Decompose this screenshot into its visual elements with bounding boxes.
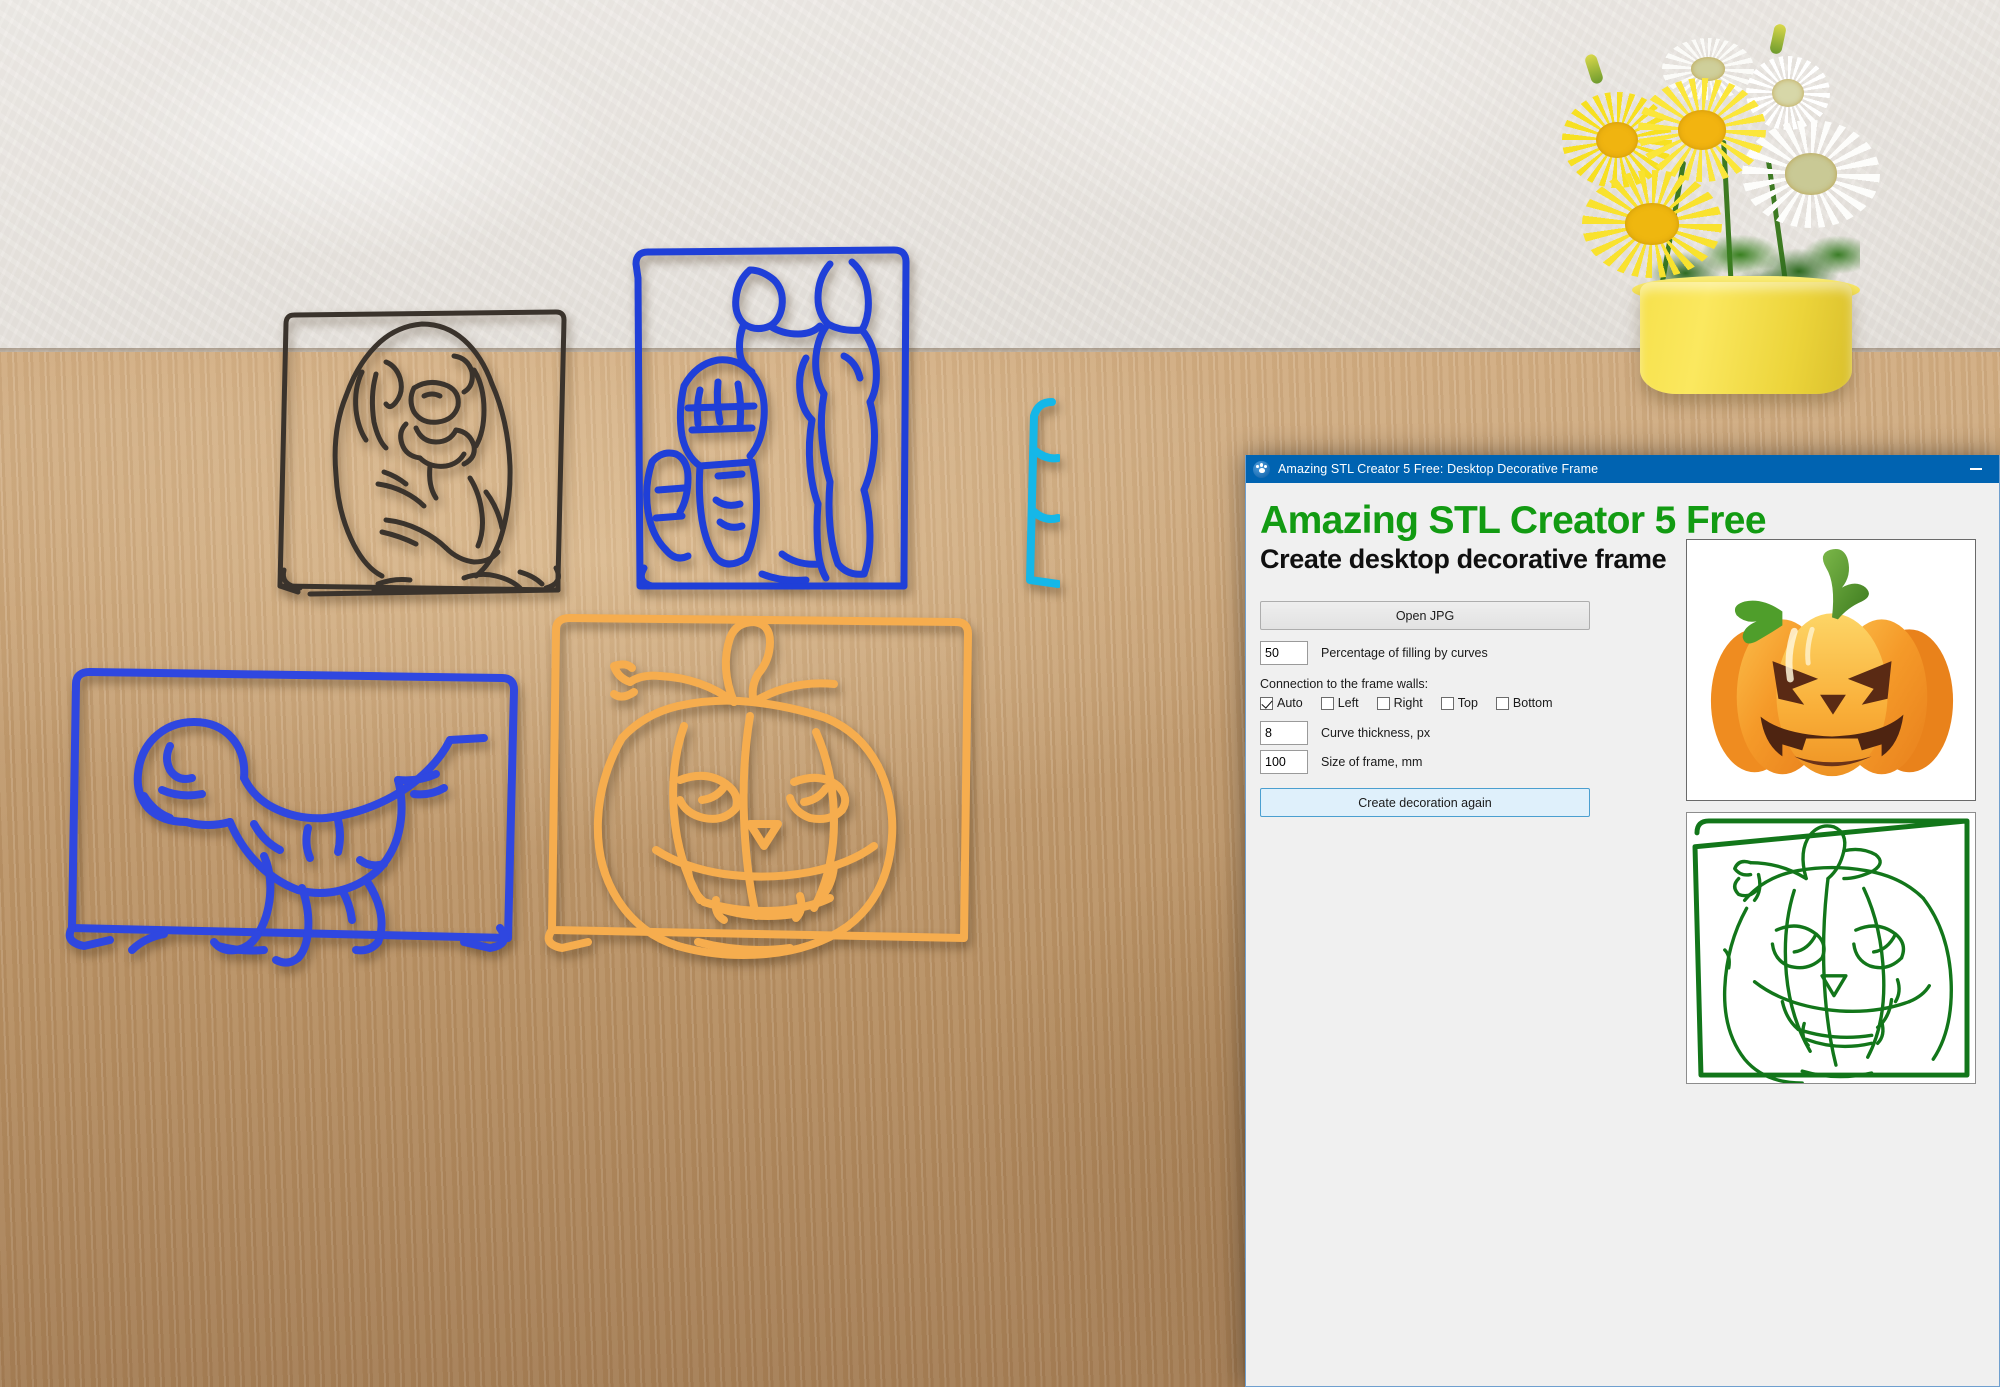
checkbox-top[interactable]: Top (1440, 696, 1478, 711)
checkbox-bottom[interactable]: Bottom (1495, 696, 1553, 711)
star-wars-droids-frame (622, 238, 920, 596)
flower-yellow-3 (1582, 170, 1722, 278)
pumpkin-source-image (1687, 540, 1975, 800)
daisy-flowerpot (1520, 10, 1940, 400)
pumpkin-frame (538, 608, 978, 976)
connection-section-label: Connection to the frame walls: (1260, 677, 1429, 692)
checkbox-right-box (1376, 696, 1390, 710)
checkbox-left-label: Left (1337, 696, 1359, 711)
checkbox-top-box (1440, 696, 1454, 710)
title-bar[interactable]: Amazing STL Creator 5 Free: Desktop Deco… (1246, 455, 1999, 483)
vectorized-outline-preview[interactable] (1686, 812, 1976, 1084)
create-decoration-again-button[interactable]: Create decoration again (1260, 788, 1590, 818)
open-jpg-button[interactable]: Open JPG (1260, 601, 1590, 631)
page-subtitle: Create desktop decorative frame (1260, 543, 1667, 574)
checkbox-auto[interactable]: Auto (1260, 696, 1303, 710)
percentage-label: Percentage of filling by curves (1321, 646, 1488, 661)
pumpkin-outline-image (1687, 813, 1975, 1083)
cyan-frame-partial (920, 390, 1060, 600)
checkbox-auto-box (1260, 696, 1273, 710)
dog-portrait-frame (258, 300, 608, 605)
frame-size-row: Size of frame, mm (1260, 750, 1664, 775)
app-window: Amazing STL Creator 5 Free: Desktop Deco… (1245, 455, 2000, 1387)
checkbox-left[interactable]: Left (1320, 696, 1359, 711)
screenshot-root: Amazing STL Creator 5 Free: Desktop Deco… (0, 0, 2000, 1387)
flower-pot (1640, 282, 1852, 394)
curve-thickness-label: Curve thickness, px (1321, 726, 1431, 741)
window-title: Amazing STL Creator 5 Free: Desktop Deco… (1278, 462, 1599, 476)
percentage-row: Percentage of filling by curves (1260, 641, 1664, 666)
frame-size-input[interactable] (1260, 750, 1308, 775)
percentage-input[interactable] (1260, 641, 1308, 666)
frame-size-label: Size of frame, mm (1321, 755, 1423, 770)
connection-checkbox-row: Auto Left Right Top Bottom (1260, 696, 1664, 710)
checkbox-bottom-box (1495, 696, 1509, 710)
checkbox-bottom-label: Bottom (1512, 696, 1553, 711)
source-image-preview[interactable] (1686, 539, 1976, 801)
checkbox-right-label: Right (1393, 696, 1423, 711)
thickness-row: Curve thickness, px (1260, 721, 1664, 746)
checkbox-right[interactable]: Right (1376, 696, 1423, 711)
trex-dinosaur-frame (58, 660, 523, 970)
checkbox-auto-label: Auto (1277, 696, 1303, 711)
minimize-button[interactable] (1953, 455, 1999, 483)
curve-thickness-input[interactable] (1260, 721, 1308, 746)
controls-panel: Amazing STL Creator 5 Free Create deskto… (1246, 483, 1767, 1386)
paw-app-icon (1253, 460, 1270, 478)
page-title: Amazing STL Creator 5 Free (1260, 499, 1767, 542)
preview-panel (1678, 483, 1999, 1386)
checkbox-top-label: Top (1457, 696, 1478, 711)
checkbox-left-box (1320, 696, 1334, 710)
window-body: Amazing STL Creator 5 Free Create deskto… (1246, 483, 1999, 1386)
flower-yellow-2 (1638, 78, 1766, 182)
